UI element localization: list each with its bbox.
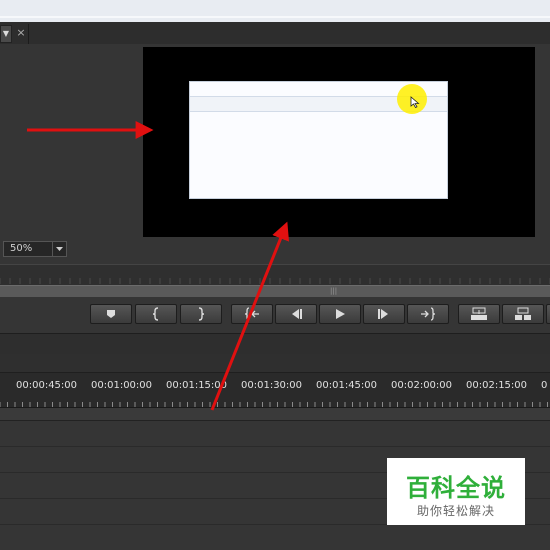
tab-close-button[interactable]: × bbox=[15, 25, 27, 41]
lift-icon bbox=[471, 307, 487, 320]
mark-out-button[interactable] bbox=[180, 304, 222, 324]
mouse-cursor-icon bbox=[410, 96, 420, 108]
add-marker-button[interactable] bbox=[90, 304, 132, 324]
monitor-scrub-ruler[interactable] bbox=[0, 264, 550, 285]
watermark-title: 百科全说 bbox=[406, 474, 506, 502]
go-to-in-icon bbox=[244, 307, 259, 321]
top-strip-highlight bbox=[0, 16, 550, 18]
mark-in-button[interactable] bbox=[135, 304, 177, 324]
timecode-label: 00:02:00:00 bbox=[391, 380, 453, 391]
monitor-panel-header: ▼ × bbox=[0, 22, 550, 45]
step-back-icon bbox=[292, 309, 302, 319]
extract-icon bbox=[515, 307, 531, 320]
timecode-label: 00:02:15:00 bbox=[466, 380, 528, 391]
timecode-label: 0 bbox=[541, 380, 548, 391]
work-area-bar[interactable] bbox=[0, 408, 550, 421]
timecode-label: 00:00:45:00 bbox=[16, 380, 78, 391]
timecode-label: 00:01:15:00 bbox=[166, 380, 228, 391]
zoom-level-value: 50% bbox=[10, 243, 33, 254]
play-button[interactable] bbox=[319, 304, 361, 324]
step-forward-icon bbox=[378, 309, 388, 319]
resize-grip-icon[interactable]: ||| bbox=[330, 287, 337, 295]
dropdown-triangle-icon[interactable]: ▼ bbox=[0, 25, 12, 43]
watermark-subtitle: 助你轻松解决 bbox=[416, 504, 495, 518]
mark-out-icon bbox=[198, 307, 205, 321]
timecode-label: 00:01:45:00 bbox=[316, 380, 378, 391]
go-to-in-button[interactable] bbox=[231, 304, 273, 324]
timecode-label: 00:01:00:00 bbox=[91, 380, 153, 391]
timeline-panel-header bbox=[0, 334, 550, 355]
play-icon bbox=[336, 309, 345, 319]
time-ruler[interactable]: 0 00:00:45:00 00:01:00:00 00:01:15:00 00… bbox=[0, 373, 550, 408]
track-divider bbox=[0, 446, 550, 447]
step-back-button[interactable] bbox=[275, 304, 317, 324]
zoom-level-select[interactable]: 50% bbox=[3, 241, 67, 257]
timeline-toolbar bbox=[0, 354, 550, 373]
scrub-ruler-ticks bbox=[0, 278, 550, 284]
mark-in-icon bbox=[152, 307, 159, 321]
chevron-down-icon[interactable] bbox=[52, 242, 66, 256]
extract-button[interactable] bbox=[502, 304, 544, 324]
tab-divider bbox=[28, 24, 29, 44]
step-forward-button[interactable] bbox=[363, 304, 405, 324]
go-to-out-button[interactable] bbox=[407, 304, 449, 324]
marker-icon bbox=[107, 310, 115, 318]
transport-controls bbox=[0, 297, 550, 334]
export-frame-button[interactable] bbox=[546, 304, 550, 324]
time-ruler-ticks bbox=[0, 402, 548, 407]
watermark-logo: 百科全说 助你轻松解决 bbox=[387, 458, 525, 525]
go-to-out-icon bbox=[421, 307, 436, 321]
lift-button[interactable] bbox=[458, 304, 500, 324]
timecode-label: 00:01:30:00 bbox=[241, 380, 303, 391]
window-top-strip bbox=[0, 0, 550, 23]
